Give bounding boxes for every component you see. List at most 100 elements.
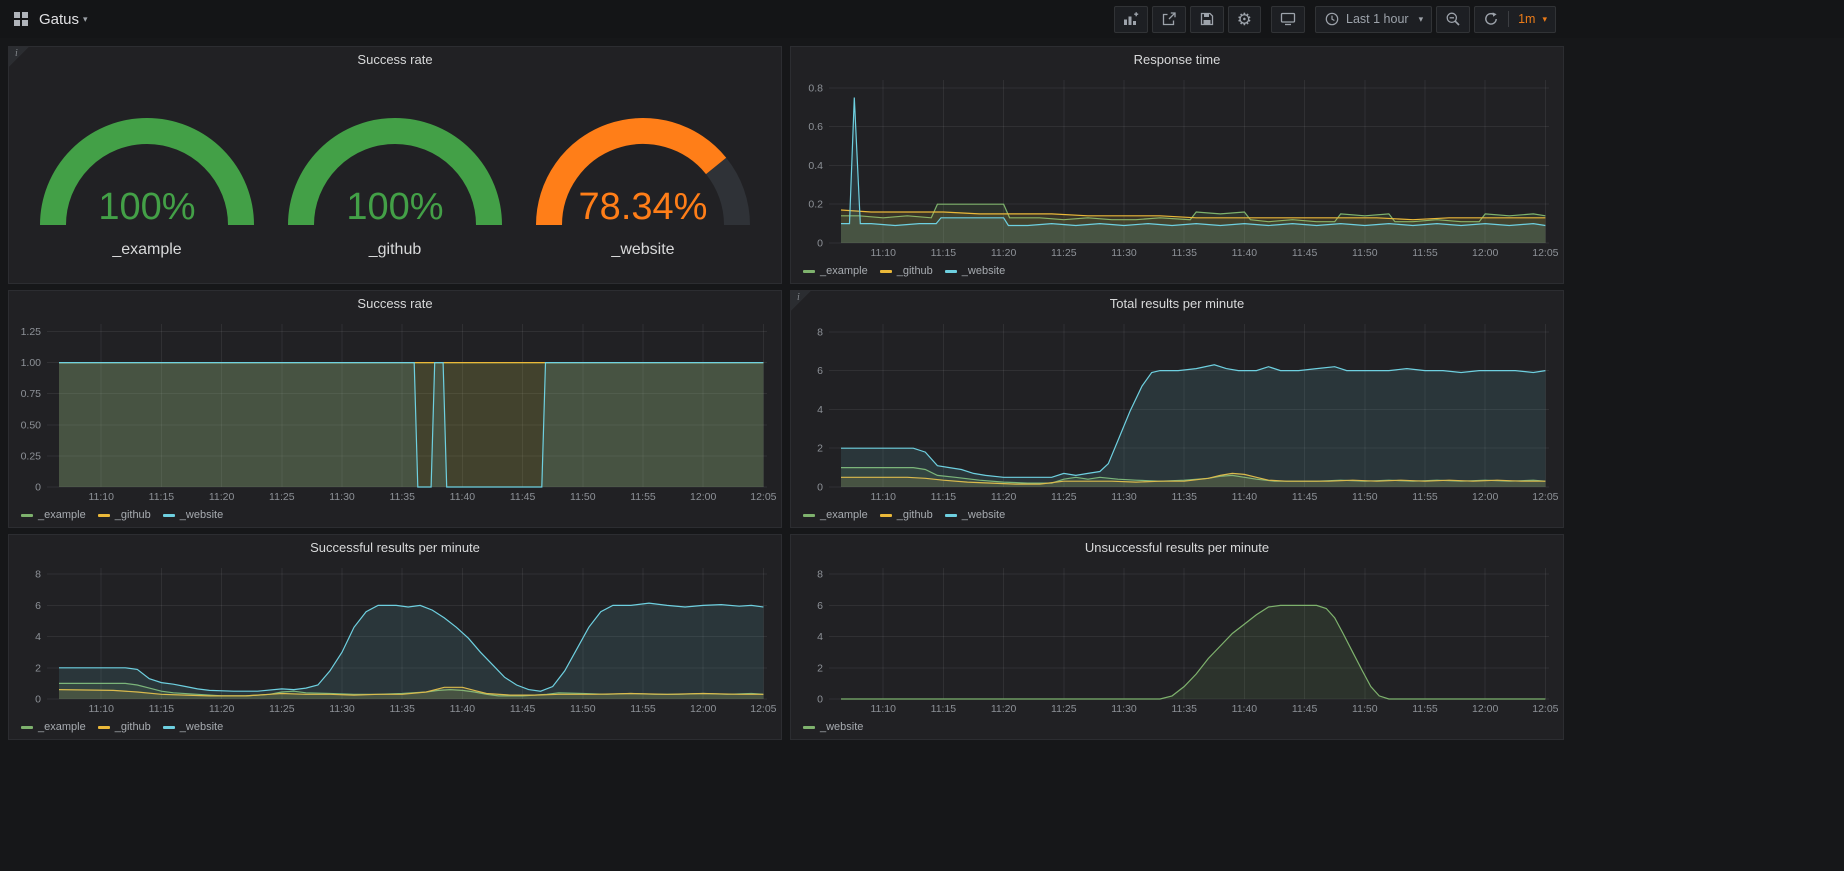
legend: _example _github _website — [9, 719, 781, 739]
svg-text:0: 0 — [817, 482, 823, 494]
legend-item[interactable]: _example — [21, 509, 86, 521]
svg-text:11:55: 11:55 — [1412, 703, 1438, 715]
legend-item[interactable]: _website — [945, 265, 1005, 277]
gauge-row: 100%_example100%_github78.34%_website — [9, 72, 781, 283]
share-dashboard-button[interactable] — [1152, 6, 1186, 33]
panel-title[interactable]: Total results per minute — [791, 291, 1563, 316]
chart-canvas[interactable]: 0246811:1011:1511:2011:2511:3011:3511:40… — [9, 560, 781, 719]
legend-item[interactable]: _github — [98, 509, 151, 521]
svg-text:12:00: 12:00 — [1472, 247, 1498, 259]
info-corner-icon[interactable]: i — [9, 47, 29, 67]
legend-color-icon — [803, 726, 815, 729]
view-mode-group — [1271, 6, 1305, 33]
svg-text:8: 8 — [817, 326, 823, 338]
legend-label: _example — [38, 721, 86, 733]
svg-text:12:00: 12:00 — [1472, 703, 1498, 715]
gauge-arc: 100% — [29, 89, 265, 239]
panel-title[interactable]: Success rate — [9, 291, 781, 316]
panel-total-results: i Total results per minute 0246811:1011:… — [790, 290, 1564, 528]
legend-item[interactable]: _website — [163, 509, 223, 521]
gauge-value: 100% — [98, 186, 195, 228]
legend-item[interactable]: _github — [880, 265, 933, 277]
legend-item[interactable]: _example — [803, 265, 868, 277]
svg-text:6: 6 — [817, 600, 823, 612]
add-panel-button[interactable] — [1114, 6, 1148, 33]
panel-title[interactable]: Unsuccessful results per minute — [791, 535, 1563, 560]
success-rate-chart[interactable]: 00.250.500.751.001.2511:1011:1511:2011:2… — [9, 316, 781, 507]
svg-text:11:50: 11:50 — [1352, 247, 1378, 259]
svg-text:0: 0 — [817, 238, 823, 250]
legend-label: _example — [820, 509, 868, 521]
svg-text:11:40: 11:40 — [1232, 703, 1258, 715]
legend-color-icon — [803, 514, 815, 517]
panel-success-rate-gauges: i Success rate 100%_example100%_github78… — [8, 46, 782, 284]
svg-text:11:50: 11:50 — [1352, 703, 1378, 715]
svg-text:11:40: 11:40 — [450, 703, 476, 715]
svg-text:11:35: 11:35 — [1171, 247, 1197, 259]
dashboard-settings-button[interactable]: ⚙ — [1228, 6, 1261, 33]
svg-text:12:05: 12:05 — [750, 491, 776, 503]
svg-text:1.25: 1.25 — [21, 326, 42, 338]
legend-item[interactable]: _example — [803, 509, 868, 521]
svg-text:12:05: 12:05 — [1532, 247, 1558, 259]
legend-item[interactable]: _website — [945, 509, 1005, 521]
svg-text:11:20: 11:20 — [991, 703, 1017, 715]
chart-canvas[interactable]: 00.20.40.60.811:1011:1511:2011:2511:3011… — [791, 72, 1563, 263]
svg-text:11:50: 11:50 — [570, 703, 596, 715]
svg-text:11:30: 11:30 — [329, 491, 355, 503]
chart-canvas[interactable]: 0246811:1011:1511:2011:2511:3011:3511:40… — [791, 560, 1563, 719]
chart-canvas[interactable]: 00.250.500.751.001.2511:1011:1511:2011:2… — [9, 316, 781, 507]
panel-title[interactable]: Success rate — [9, 47, 781, 72]
dashboard-title-dropdown[interactable]: Gatus ▾ — [39, 11, 88, 28]
clock-icon — [1324, 11, 1340, 27]
dashboards-grid-button[interactable] — [10, 8, 32, 30]
grid-icon — [13, 11, 29, 27]
svg-text:0.2: 0.2 — [808, 199, 823, 211]
legend-color-icon — [163, 514, 175, 517]
svg-text:11:50: 11:50 — [570, 491, 596, 503]
svg-text:11:25: 11:25 — [1051, 491, 1077, 503]
time-range-picker[interactable]: Last 1 hour ▾ — [1315, 6, 1432, 33]
successful-results-chart[interactable]: 0246811:1011:1511:2011:2511:3011:3511:40… — [9, 560, 781, 719]
svg-text:11:25: 11:25 — [269, 703, 295, 715]
panel-title[interactable]: Response time — [791, 47, 1563, 72]
response-time-chart[interactable]: 00.20.40.60.811:1011:1511:2011:2511:3011… — [791, 72, 1563, 263]
gauge-value: 78.34% — [579, 186, 708, 228]
total-results-chart[interactable]: 0246811:1011:1511:2011:2511:3011:3511:40… — [791, 316, 1563, 507]
zoom-out-time-button[interactable] — [1436, 6, 1470, 33]
gauge-label: _example — [112, 241, 181, 259]
share-icon — [1161, 11, 1177, 27]
navbar-right: ⚙ Last 1 hour ▾ — [1114, 6, 1556, 33]
legend: _example _github _website — [791, 263, 1563, 283]
panel-success-rate-timeseries: Success rate 00.250.500.751.001.2511:101… — [8, 290, 782, 528]
svg-text:0: 0 — [35, 482, 41, 494]
svg-text:11:55: 11:55 — [1412, 491, 1438, 503]
legend-item[interactable]: _website — [163, 721, 223, 733]
legend-item[interactable]: _github — [880, 509, 933, 521]
legend-label: _github — [115, 509, 151, 521]
legend-item[interactable]: _github — [98, 721, 151, 733]
svg-text:11:35: 11:35 — [389, 491, 415, 503]
svg-text:12:00: 12:00 — [690, 491, 716, 503]
refresh-button[interactable]: 1m ▾ — [1474, 6, 1556, 33]
legend-label: _example — [820, 265, 868, 277]
legend-item[interactable]: _website — [803, 721, 863, 733]
legend: _example _github _website — [9, 507, 781, 527]
svg-text:12:05: 12:05 — [1532, 703, 1558, 715]
svg-text:11:20: 11:20 — [991, 247, 1017, 259]
info-corner-icon[interactable]: i — [791, 291, 811, 311]
save-dashboard-button[interactable] — [1190, 6, 1224, 33]
gear-icon: ⚙ — [1237, 11, 1252, 28]
svg-text:0.50: 0.50 — [21, 419, 42, 431]
svg-text:6: 6 — [35, 600, 41, 612]
chart-canvas[interactable]: 0246811:1011:1511:2011:2511:3011:3511:40… — [791, 316, 1563, 507]
cycle-view-mode-button[interactable] — [1271, 6, 1305, 33]
svg-text:11:45: 11:45 — [510, 491, 536, 503]
svg-text:8: 8 — [817, 569, 823, 581]
legend-color-icon — [98, 726, 110, 729]
refresh-icon — [1483, 11, 1499, 27]
panel-title[interactable]: Successful results per minute — [9, 535, 781, 560]
unsuccessful-results-chart[interactable]: 0246811:1011:1511:2011:2511:3011:3511:40… — [791, 560, 1563, 719]
panel-actions-group: ⚙ — [1114, 6, 1261, 33]
legend-item[interactable]: _example — [21, 721, 86, 733]
